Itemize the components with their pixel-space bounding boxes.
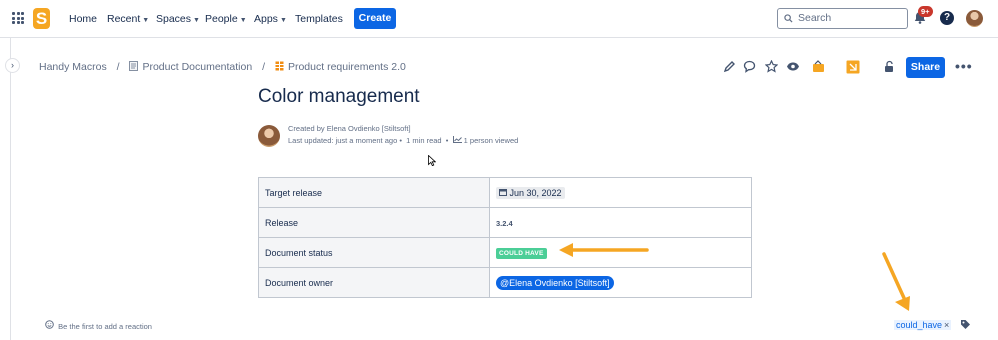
breadcrumb: Handy Macros / Product Documentation / P… (39, 61, 406, 73)
page-title: Color management (258, 86, 420, 107)
help-icon[interactable]: ? (940, 11, 954, 25)
nav-recent[interactable]: Recent ▼ (107, 0, 149, 38)
confluence-logo[interactable]: S (33, 8, 50, 29)
property-value: Jun 30, 2022 (489, 177, 752, 208)
nav-templates[interactable]: Templates (295, 0, 343, 38)
page-label-chip[interactable]: could_have × (894, 320, 952, 330)
property-value: COULD HAVE (489, 237, 752, 268)
user-mention[interactable]: @Elena Ovdienko [Stiltsoft] (496, 275, 614, 290)
search-placeholder: Search (798, 12, 832, 24)
table-row: Release 3.2.4 (258, 207, 752, 238)
nav-spaces[interactable]: Spaces ▼ (156, 0, 200, 38)
add-reaction-smiley-icon (45, 320, 54, 329)
author-avatar[interactable] (258, 125, 280, 147)
breadcrumb-separator: / (116, 61, 120, 73)
search-input[interactable]: Search (777, 8, 908, 29)
breadcrumb-space[interactable]: Handy Macros (39, 61, 107, 73)
page-metadata: Last updated: just a moment ago • 1 min … (288, 136, 518, 145)
top-navigation-bar: S Home Recent ▼ Spaces ▼ People ▼ Apps ▼ Tem… (0, 0, 998, 38)
chevron-down-icon: ▼ (239, 17, 247, 24)
release-value: 3.2.4 (496, 218, 513, 228)
created-by-text: Created by Elena Ovdienko [Stiltsoft] (288, 124, 411, 133)
meta-separator: • (445, 136, 449, 145)
nav-people[interactable]: People ▼ (205, 0, 247, 38)
breadcrumb-separator: / (262, 61, 266, 73)
table-row: Document status COULD HAVE (258, 237, 752, 268)
nav-apps[interactable]: Apps ▼ (254, 0, 287, 38)
chevron-down-icon: ▼ (142, 17, 150, 24)
comment-icon[interactable] (743, 60, 756, 73)
watch-eye-icon[interactable] (786, 60, 800, 73)
table-row: Target release Jun 30, 2022 (258, 177, 752, 208)
last-updated-text[interactable]: Last updated: just a moment ago (288, 136, 397, 145)
remove-label-icon[interactable]: × (944, 320, 949, 330)
create-button[interactable]: Create (354, 8, 396, 29)
breadcrumb-parent-page[interactable]: Product Documentation (142, 61, 252, 73)
add-label-tag-icon[interactable] (960, 319, 971, 330)
table-page-icon (275, 61, 284, 71)
label-text[interactable]: could_have (896, 320, 942, 330)
analytics-chart-icon (452, 136, 462, 143)
date-lozenge[interactable]: Jun 30, 2022 (496, 186, 565, 199)
property-key: Release (258, 207, 490, 238)
share-button[interactable]: Share (906, 57, 945, 78)
views-count-text[interactable]: 1 person viewed (464, 136, 519, 145)
status-lozenge[interactable]: COULD HAVE (496, 247, 547, 259)
app-addon-icon[interactable] (812, 60, 825, 73)
property-key: Document owner (258, 267, 490, 298)
app-switcher-icon[interactable] (12, 12, 24, 24)
reaction-prompt[interactable]: Be the first to add a reaction (45, 320, 152, 331)
page-icon (129, 61, 139, 71)
restrictions-unlock-icon[interactable] (883, 60, 896, 73)
mouse-cursor-icon (428, 155, 436, 166)
user-avatar[interactable] (966, 10, 983, 27)
expand-sidebar-button[interactable]: › (5, 58, 20, 73)
nav-home[interactable]: Home (69, 0, 97, 38)
reaction-prompt-text: Be the first to add a reaction (58, 322, 152, 331)
property-key: Document status (258, 237, 490, 268)
read-time-text: 1 min read (406, 136, 442, 145)
calendar-icon (499, 188, 507, 196)
meta-separator: • (399, 136, 402, 145)
property-value: 3.2.4 (489, 207, 752, 238)
property-key: Target release (258, 177, 490, 208)
app-addon-icon[interactable] (846, 60, 860, 74)
star-icon[interactable] (765, 60, 778, 73)
search-icon (784, 14, 793, 23)
annotation-arrow (882, 252, 910, 311)
collapsed-sidebar (0, 38, 11, 340)
chevron-down-icon: ▼ (193, 17, 200, 24)
table-row: Document owner @Elena Ovdienko [Stiltsof… (258, 267, 752, 298)
edit-pencil-icon[interactable] (723, 60, 736, 73)
breadcrumb-current-page[interactable]: Product requirements 2.0 (288, 61, 406, 73)
more-actions-icon[interactable]: ••• (955, 58, 973, 74)
chevron-down-icon: ▼ (279, 17, 287, 24)
page-properties-table: Target release Jun 30, 2022 Release 3.2.… (258, 177, 752, 298)
property-value: @Elena Ovdienko [Stiltsoft] (489, 267, 752, 298)
notification-count-badge: 9+ (918, 6, 933, 17)
